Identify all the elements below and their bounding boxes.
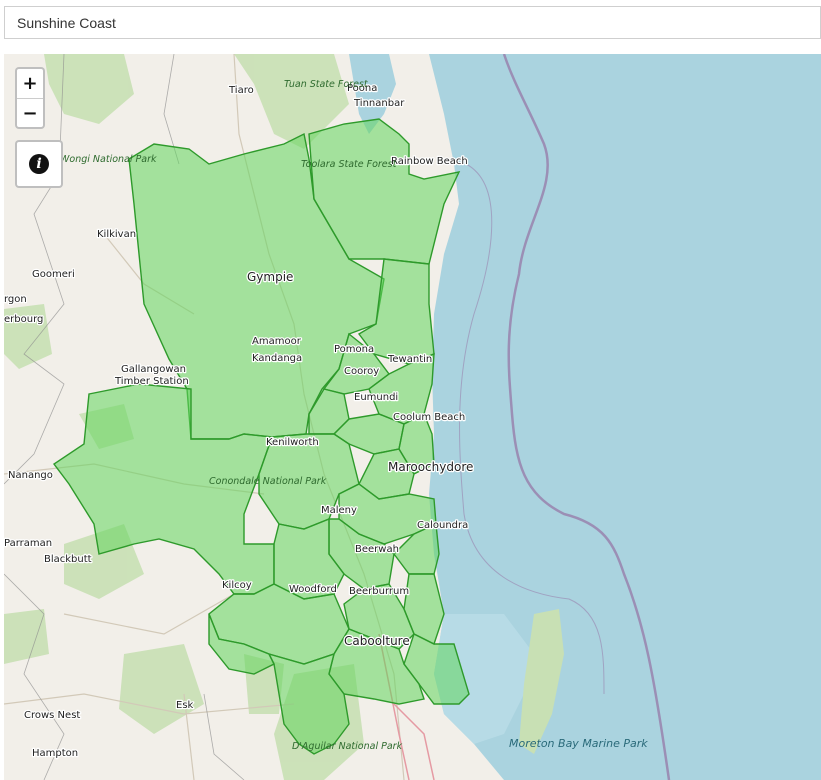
place-label: Blackbutt: [44, 554, 92, 565]
place-label: Gallangowan: [121, 364, 186, 375]
place-label: Beerburrum: [349, 586, 409, 597]
zoom-in-button[interactable]: +: [17, 69, 43, 99]
park-label: Conondale National Park: [209, 476, 327, 487]
place-label: Goomeri: [32, 269, 75, 280]
info-icon: i: [29, 154, 49, 174]
place-label: Caloundra: [417, 520, 468, 531]
place-label: rgon: [4, 294, 27, 305]
search-input[interactable]: [4, 6, 821, 39]
park-label: Tuan State Forest: [284, 79, 369, 90]
place-label: Gympie: [247, 270, 293, 284]
map-view[interactable]: Tiaro Poona Tinnanbar Rainbow Beach Kilk…: [4, 54, 821, 780]
zoom-control: + −: [15, 67, 45, 129]
place-label: Beerwah: [355, 544, 399, 555]
place-label: Eumundi: [354, 392, 398, 403]
place-label: Pomona: [334, 344, 374, 355]
place-label: Kenilworth: [266, 437, 319, 448]
place-label: Amamoor: [252, 336, 302, 347]
place-label: Woodford: [289, 584, 337, 595]
place-label: Kilcoy: [222, 580, 252, 591]
place-label: Esk: [176, 700, 194, 711]
place-label: Kandanga: [252, 353, 302, 364]
place-label: Maleny: [321, 505, 357, 516]
place-label: Tewantin: [387, 354, 432, 365]
place-label: Hampton: [32, 748, 78, 759]
zoom-out-button[interactable]: −: [17, 99, 43, 127]
place-label: Maroochydore: [388, 460, 473, 474]
info-button[interactable]: i: [15, 140, 63, 188]
park-label: Wongi National Park: [60, 154, 157, 165]
place-label: Tiaro: [228, 85, 254, 96]
place-label: Cooroy: [344, 366, 379, 377]
park-label: Moreton Bay Marine Park: [509, 737, 648, 750]
place-label: Tinnanbar: [353, 98, 405, 109]
map-canvas[interactable]: Tiaro Poona Tinnanbar Rainbow Beach Kilk…: [4, 54, 821, 780]
place-label: Kilkivan: [97, 229, 136, 240]
park-label: Toolara State Forest: [301, 159, 398, 170]
place-label: Parraman: [4, 538, 52, 549]
place-label: Coolum Beach: [393, 412, 465, 423]
place-label: Caboolture: [344, 634, 410, 648]
place-label: Timber Station: [114, 376, 189, 387]
place-label: erbourg: [4, 314, 43, 325]
place-label: Nanango: [8, 470, 53, 481]
place-label: Rainbow Beach: [391, 156, 468, 167]
park-label: D'Aguilar National Park: [292, 741, 403, 752]
place-label: Crows Nest: [24, 710, 80, 721]
